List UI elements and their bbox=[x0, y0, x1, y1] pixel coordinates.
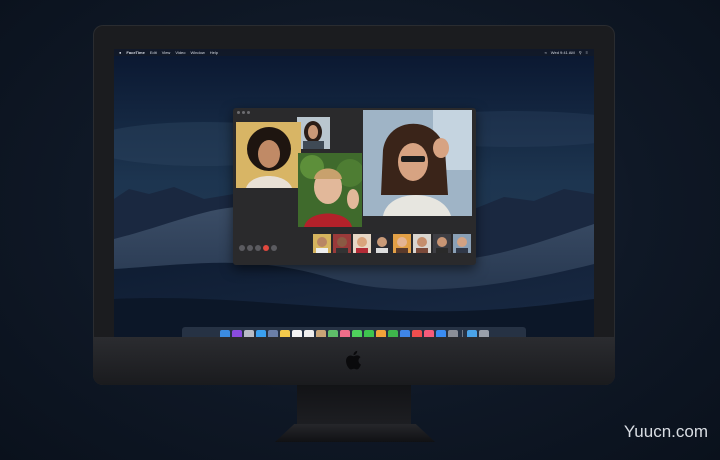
window-controls bbox=[237, 111, 250, 114]
participant-strip bbox=[313, 234, 471, 253]
participant-tile[interactable] bbox=[297, 117, 330, 149]
menu-item-window[interactable]: Window bbox=[191, 49, 205, 56]
imac-stand bbox=[297, 385, 411, 425]
participant-thumbnail[interactable] bbox=[453, 234, 471, 253]
camera-icon[interactable] bbox=[255, 245, 261, 251]
menu-list-icon[interactable]: ≡ bbox=[586, 50, 588, 55]
participant-tile[interactable] bbox=[298, 153, 362, 227]
facetime-window[interactable] bbox=[233, 108, 476, 265]
imac-chin bbox=[93, 337, 615, 385]
participant-thumbnail[interactable] bbox=[393, 234, 411, 253]
apple-menu-icon[interactable]: ● bbox=[119, 49, 121, 56]
end-call-icon[interactable] bbox=[263, 245, 269, 251]
menu-item-video[interactable]: Video bbox=[175, 49, 185, 56]
menu-item-view[interactable]: View bbox=[162, 49, 171, 56]
apple-logo-icon bbox=[346, 350, 361, 370]
participant-thumbnail[interactable] bbox=[333, 234, 351, 253]
close-button[interactable] bbox=[237, 111, 240, 114]
participant-thumbnail[interactable] bbox=[413, 234, 431, 253]
menu-app-name[interactable]: FaceTime bbox=[126, 49, 144, 56]
screen: ● FaceTime Edit View Video Window Help ≈… bbox=[114, 49, 594, 345]
search-icon[interactable]: ⚲ bbox=[579, 50, 582, 55]
wifi-icon[interactable]: ≈ bbox=[545, 50, 547, 55]
participant-thumbnail[interactable] bbox=[433, 234, 451, 253]
participant-tile[interactable] bbox=[363, 110, 472, 216]
sidebar-icon[interactable] bbox=[239, 245, 245, 251]
fullscreen-icon[interactable] bbox=[271, 245, 277, 251]
menu-bar: ● FaceTime Edit View Video Window Help ≈… bbox=[114, 49, 594, 56]
status-area: ≈ Wed 9:41 AM ⚲ ≡ bbox=[545, 50, 588, 55]
imac-stand-base bbox=[275, 424, 435, 442]
menu-item-help[interactable]: Help bbox=[210, 49, 218, 56]
imac-display: ● FaceTime Edit View Video Window Help ≈… bbox=[93, 25, 615, 385]
participant-thumbnail[interactable] bbox=[353, 234, 371, 253]
participant-thumbnail[interactable] bbox=[313, 234, 331, 253]
minimize-button[interactable] bbox=[242, 111, 245, 114]
clock[interactable]: Wed 9:41 AM bbox=[551, 50, 575, 55]
participant-thumbnail[interactable] bbox=[373, 234, 391, 253]
mute-icon[interactable] bbox=[247, 245, 253, 251]
participant-tile[interactable] bbox=[236, 122, 301, 188]
call-controls bbox=[239, 245, 277, 251]
menu-item-edit[interactable]: Edit bbox=[150, 49, 157, 56]
watermark: Yuucn.com bbox=[623, 422, 708, 441]
zoom-button[interactable] bbox=[247, 111, 250, 114]
